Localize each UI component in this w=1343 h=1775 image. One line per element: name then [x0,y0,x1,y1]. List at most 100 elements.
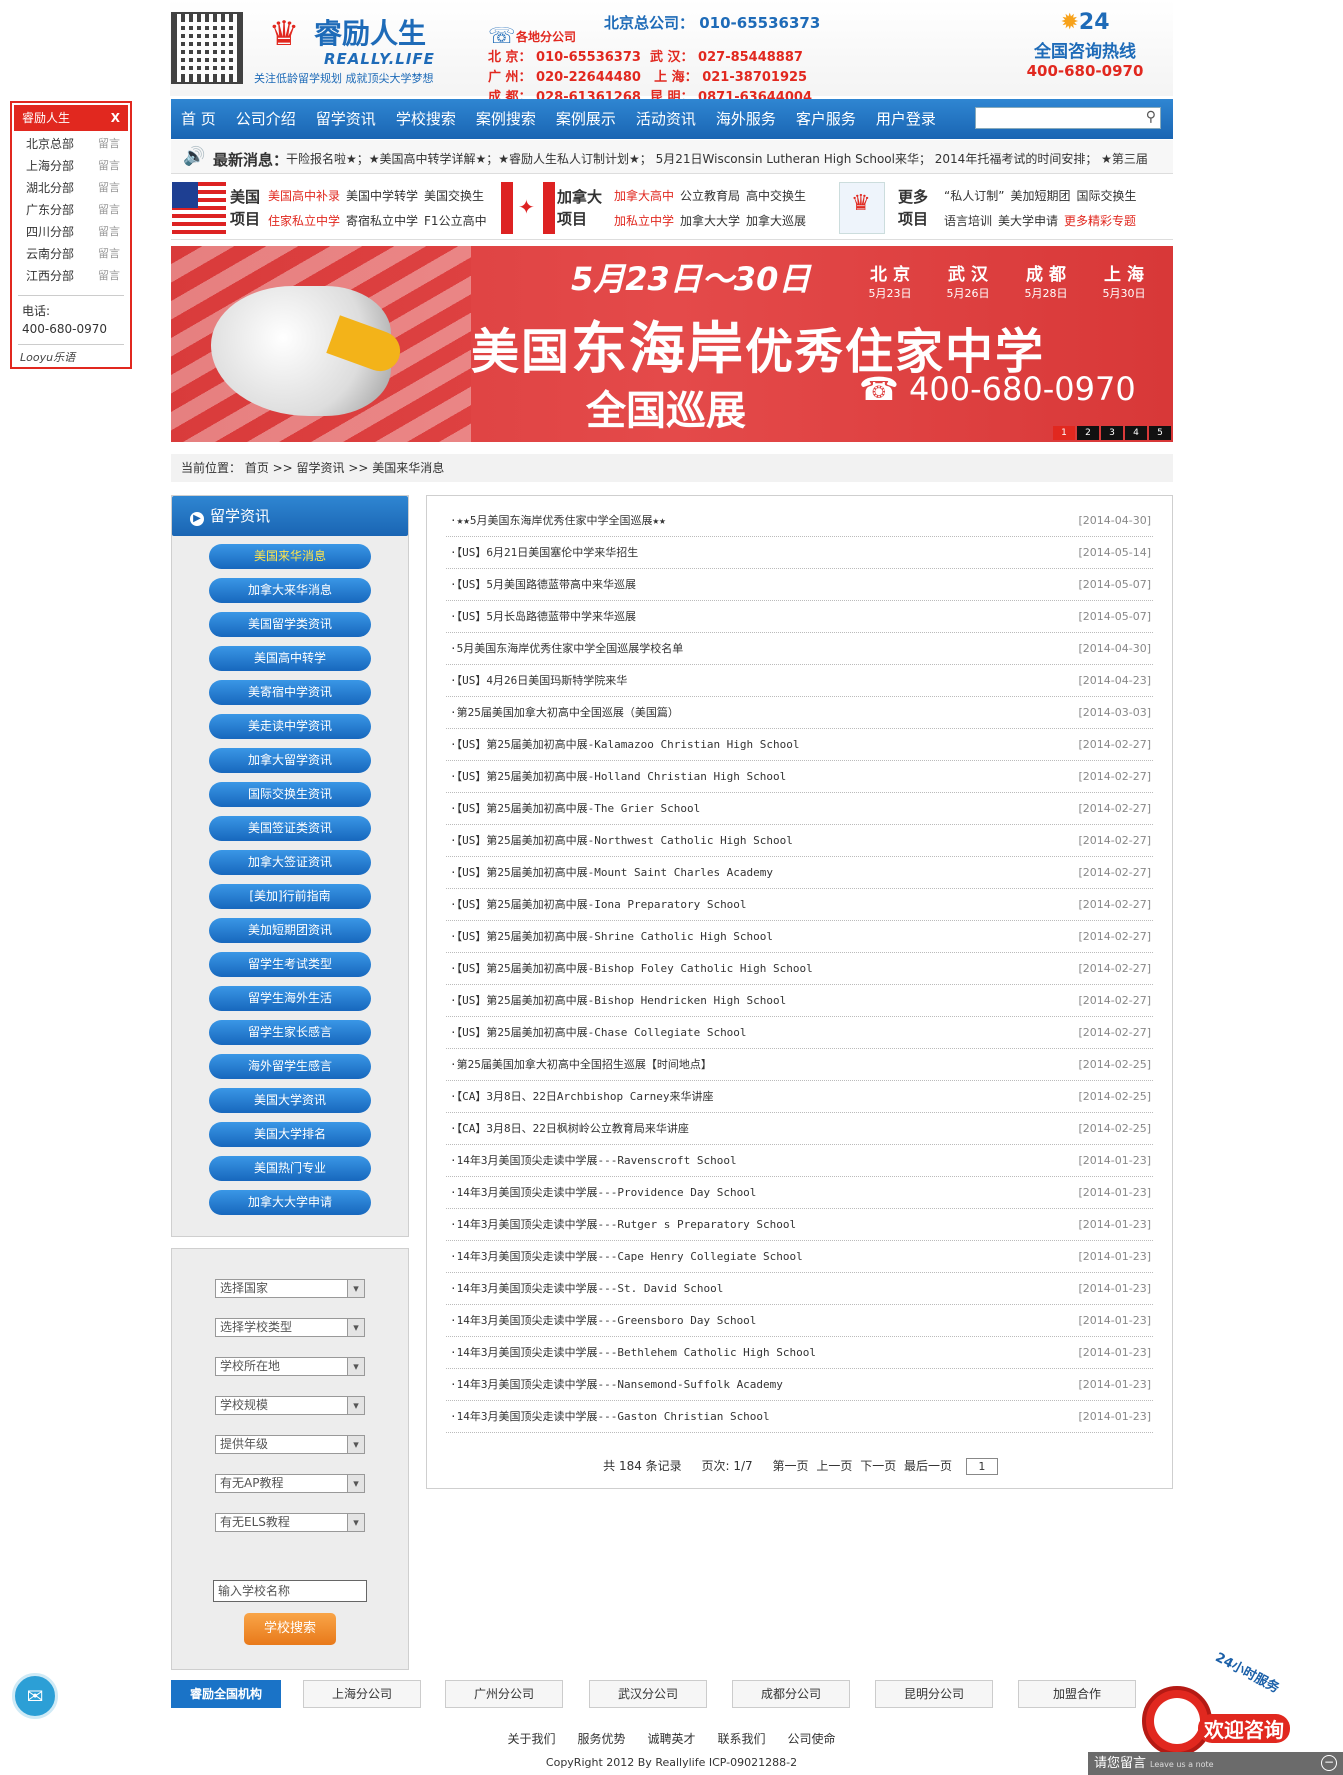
nav-case-show[interactable]: 案例展示 [546,99,626,139]
left-menu-item[interactable]: 美国大学资讯 [209,1088,371,1113]
news-row[interactable]: ·14年3月美国顶尖走读中学展---Cape Henry Collegiate … [446,1241,1153,1273]
news-row[interactable]: ·【US】第25届美加初高中展-Shrine Catholic High Sch… [446,921,1153,953]
left-menu-item[interactable]: 加拿大来华消息 [209,578,371,603]
project-link[interactable]: 高中交换生 [746,184,806,209]
left-menu-item[interactable]: 加拿大留学资讯 [209,748,371,773]
project-link[interactable]: 更多精彩专题 [1064,209,1136,234]
slide-dot[interactable]: 1 [1053,426,1075,440]
pager-last[interactable]: 最后一页 [904,1459,952,1473]
leave-msg-link[interactable]: 留言 [98,199,120,221]
left-menu-item[interactable]: 美走读中学资讯 [209,714,371,739]
left-menu-item[interactable]: 加拿大签证资讯 [209,850,371,875]
footer-link[interactable]: 服务优势 [577,1732,625,1746]
nav-events[interactable]: 活动资讯 [626,99,706,139]
footer-tab[interactable]: 昆明分公司 [875,1680,993,1708]
news-title[interactable]: ·★★5月美国东海岸优秀住家中学全国巡展★★ [450,505,666,537]
project-link[interactable]: 加拿大高中 [614,184,674,209]
footer-link[interactable]: 关于我们 [507,1732,555,1746]
news-title[interactable]: ·【US】第25届美加初高中展-Iona Preparatory School [450,889,747,921]
left-menu-item[interactable]: 海外留学生感言 [209,1054,371,1079]
school-name-input[interactable]: 输入学校名称 [213,1580,367,1602]
project-link[interactable]: 加拿大大学 [680,209,740,234]
slide-dot[interactable]: 3 [1101,426,1123,440]
footer-link[interactable]: 公司使命 [788,1732,836,1746]
select-school-type[interactable]: 选择学校类型 [215,1318,365,1337]
left-menu-item[interactable]: 加拿大大学申请 [209,1190,371,1215]
news-row[interactable]: ·14年3月美国顶尖走读中学展---Rutger s Preparatory S… [446,1209,1153,1241]
news-title[interactable]: ·第25届美国加拿大初高中全国巡展（美国篇） [450,697,679,729]
news-title[interactable]: ·14年3月美国顶尖走读中学展---Bethlehem Catholic Hig… [450,1337,816,1369]
project-link[interactable]: 国际交换生 [1076,184,1136,209]
minimize-icon[interactable]: − [1321,1755,1337,1771]
news-row[interactable]: ·【US】第25届美加初高中展-Chase Collegiate School [… [446,1017,1153,1049]
footer-tab[interactable]: 上海分公司 [303,1680,421,1708]
news-title[interactable]: ·【US】第25届美加初高中展-Kalamazoo Christian High… [450,729,800,761]
slide-dot[interactable]: 5 [1149,426,1171,440]
left-menu-item[interactable]: 留学生海外生活 [209,986,371,1011]
us-project-title[interactable]: 美国项目 [230,186,270,230]
news-title[interactable]: ·14年3月美国顶尖走读中学展---Nansemond-Suffolk Acad… [450,1369,783,1401]
nav-home[interactable]: 首 页 [171,99,226,139]
branch-name[interactable]: 上海分部 [26,159,74,173]
project-link[interactable]: 美国高中补录 [268,184,340,209]
leave-msg-link[interactable]: 留言 [98,177,120,199]
news-title[interactable]: ·14年3月美国顶尖走读中学展---Greensboro Day School [450,1305,756,1337]
project-link[interactable]: 语言培训 [944,209,992,234]
leave-message-bar[interactable]: 请您留言 Leave us a note − [1088,1752,1343,1775]
left-menu-item[interactable]: [美加]行前指南 [209,884,371,909]
news-row[interactable]: ·14年3月美国顶尖走读中学展---Ravenscroft School [201… [446,1145,1153,1177]
news-row[interactable]: ·★★5月美国东海岸优秀住家中学全国巡展★★ [2014-04-30] [446,505,1153,537]
left-menu-item[interactable]: 美加短期团资讯 [209,918,371,943]
branch-item[interactable]: 江西分部 留言 [12,265,130,287]
project-link[interactable]: “私人订制” [944,184,1004,209]
left-menu-item[interactable]: 美国大学排名 [209,1122,371,1147]
chat-icon[interactable]: ✉ [12,1673,58,1719]
news-row[interactable]: ·14年3月美国顶尖走读中学展---St. David School [2014-… [446,1273,1153,1305]
pager-next[interactable]: 下一页 [860,1459,896,1473]
leave-msg-link[interactable]: 留言 [98,133,120,155]
news-title[interactable]: ·【US】第25届美加初高中展-Bishop Foley Catholic Hi… [450,953,813,985]
welcome-label[interactable]: 欢迎咨询 [1198,1714,1290,1743]
nav-case-search[interactable]: 案例搜索 [466,99,546,139]
logo[interactable]: ♛ 睿励人生 REALLY.LIFE 关注低龄留学规划 成就顶尖大学梦想 [254,10,444,85]
select-els[interactable]: 有无ELS教程 [215,1513,365,1532]
school-search-button[interactable]: 学校搜索 [244,1613,336,1645]
news-title[interactable]: ·14年3月美国顶尖走读中学展---Providence Day School [450,1177,756,1209]
news-row[interactable]: ·【CA】3月8日、22日枫树岭公立教育局来华讲座 [2014-02-25] [446,1113,1153,1145]
looyu-logo[interactable]: Looyu乐语 [20,349,122,365]
news-row[interactable]: ·14年3月美国顶尖走读中学展---Greensboro Day School [… [446,1305,1153,1337]
branch-item[interactable]: 湖北分部 留言 [12,177,130,199]
project-link[interactable]: 寄宿私立中学 [346,209,418,234]
project-link[interactable]: 加私立中学 [614,209,674,234]
footer-tab[interactable]: 成都分公司 [732,1680,850,1708]
search-icon[interactable]: ⚲ [1146,109,1156,125]
branch-item[interactable]: 四川分部 留言 [12,221,130,243]
news-title[interactable]: ·【US】第25届美加初高中展-Bishop Hendricken High S… [450,985,786,1017]
news-row[interactable]: ·14年3月美国顶尖走读中学展---Providence Day School [… [446,1177,1153,1209]
news-title[interactable]: ·【US】第25届美加初高中展-Mount Saint Charles Acad… [450,857,773,889]
project-link[interactable]: 美加短期团 [1010,184,1070,209]
select-country[interactable]: 选择国家 [215,1279,365,1298]
news-row[interactable]: ·【US】5月长岛路德蓝带中学来华巡展 [2014-05-07] [446,601,1153,633]
news-title[interactable]: ·【US】5月长岛路德蓝带中学来华巡展 [450,601,636,633]
news-row[interactable]: ·第25届美国加拿大初高中全国巡展（美国篇） [2014-03-03] [446,697,1153,729]
branch-item[interactable]: 北京总部 留言 [12,133,130,155]
left-menu-item[interactable]: 留学生家长感言 [209,1020,371,1045]
branch-name[interactable]: 江西分部 [26,269,74,283]
nav-about[interactable]: 公司介绍 [226,99,306,139]
leave-msg-link[interactable]: 留言 [98,221,120,243]
slide-dot[interactable]: 4 [1125,426,1147,440]
news-title[interactable]: ·第25届美国加拿大初高中全国招生巡展【时间地点】 [450,1049,712,1081]
leave-msg-link[interactable]: 留言 [98,155,120,177]
search-input[interactable] [976,108,1136,128]
news-row[interactable]: ·【CA】3月8日、22日Archbishop Carney来华讲座 [2014-… [446,1081,1153,1113]
news-title[interactable]: ·【US】4月26日美国玛斯特学院来华 [450,665,627,697]
news-title[interactable]: ·14年3月美国顶尖走读中学展---Rutger s Preparatory S… [450,1209,796,1241]
nav-school-search[interactable]: 学校搜索 [386,99,466,139]
nav-news[interactable]: 留学资讯 [306,99,386,139]
ca-project-title[interactable]: 加拿大项目 [557,186,605,230]
page-select[interactable]: 1 [965,1458,998,1475]
news-row[interactable]: ·【US】第25届美加初高中展-The Grier School [2014-02… [446,793,1153,825]
nav-service[interactable]: 客户服务 [786,99,866,139]
project-link[interactable]: 美国中学转学 [346,184,418,209]
